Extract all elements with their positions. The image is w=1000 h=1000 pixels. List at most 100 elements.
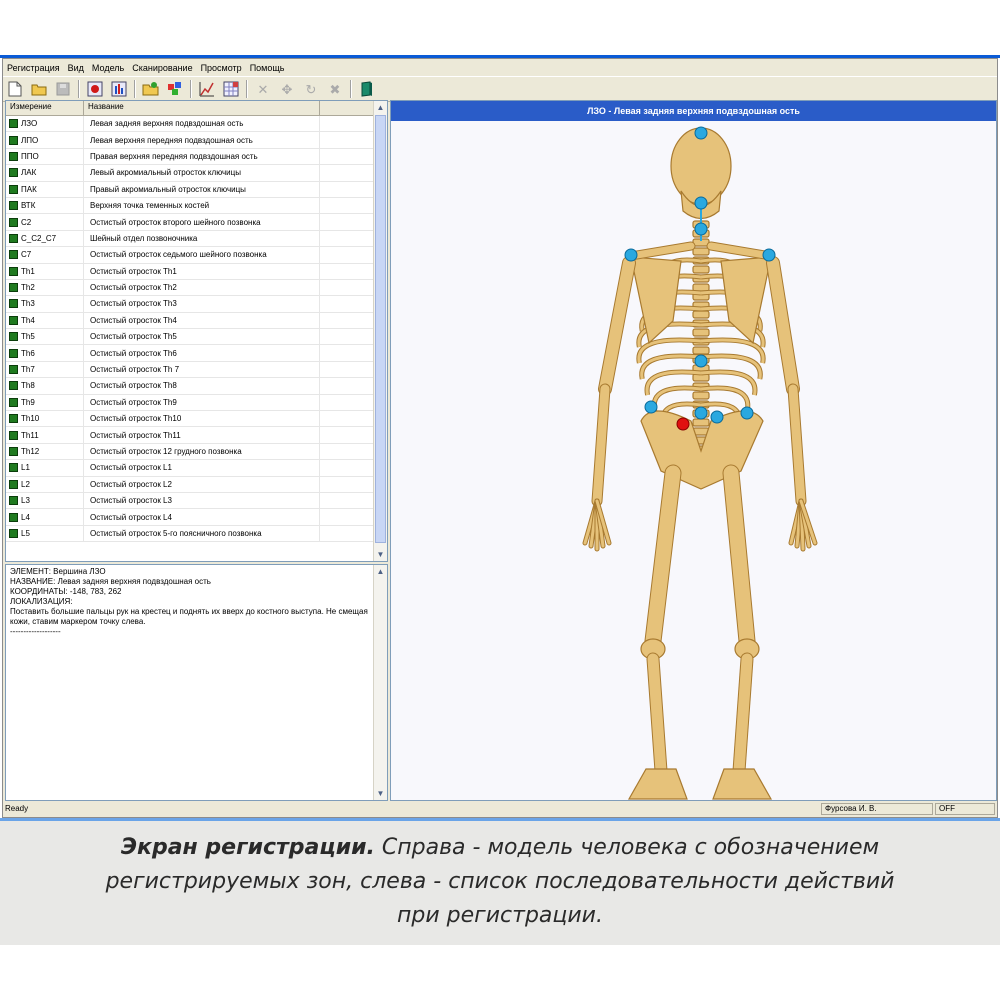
record-icon[interactable]	[85, 79, 105, 99]
open-folder-icon[interactable]	[29, 79, 49, 99]
table-row[interactable]: C7 Остистый отросток седьмого шейного поз…	[6, 247, 376, 264]
table-row[interactable]: Th11 Остистый отросток Th11	[6, 427, 376, 444]
table-row[interactable]: Th12 Остистый отросток 12 грудного позвон…	[6, 443, 376, 461]
close-icon[interactable]: ✖	[325, 79, 345, 99]
active-marker-lzo[interactable]	[676, 417, 690, 431]
menu-view[interactable]: Вид	[64, 63, 88, 73]
table-row[interactable]: ЛАК Левый акромиальный отросток ключицы	[6, 165, 376, 182]
table-row[interactable]: Th5 Остистый отросток Th5	[6, 329, 376, 346]
table-row[interactable]: L2 Остистый отросток L2	[6, 476, 376, 493]
row-measurement-cell: L3	[6, 492, 84, 509]
checkbox-icon[interactable]	[9, 168, 18, 178]
registration-marker[interactable]	[694, 196, 708, 210]
column-header-measurement[interactable]: Измерение	[6, 101, 84, 115]
table-row[interactable]: Th2 Остистый отросток Th2	[6, 279, 376, 297]
checkbox-icon[interactable]	[9, 332, 18, 342]
scroll-down-icon[interactable]: ▼	[374, 787, 387, 800]
menu-scanning[interactable]: Сканирование	[128, 63, 196, 73]
table-row[interactable]: ППО Правая верхняя передняя подвздошная о…	[6, 148, 376, 166]
row-measurement-cell: ППО	[6, 148, 84, 165]
table-row[interactable]: Th1 Остистый отросток Th1	[6, 263, 376, 280]
checkbox-icon[interactable]	[9, 348, 18, 358]
checkbox-icon[interactable]	[9, 266, 18, 276]
toolbar-separator	[246, 80, 248, 98]
save-icon[interactable]	[53, 79, 73, 99]
chart-icon[interactable]	[109, 79, 129, 99]
table-row[interactable]: ЛЗО Левая задняя верхняя подвздошная ость	[6, 116, 376, 133]
registration-marker[interactable]	[694, 126, 708, 140]
checkbox-icon[interactable]	[9, 184, 18, 194]
palette-icon[interactable]	[165, 79, 185, 99]
table-row[interactable]: C2 Остистый отросток второго шейного позв…	[6, 214, 376, 231]
checkbox-icon[interactable]	[9, 365, 18, 375]
menu-model[interactable]: Модель	[88, 63, 128, 73]
menu-preview[interactable]: Просмотр	[197, 63, 246, 73]
table-row[interactable]: Th4 Остистый отросток Th4	[6, 312, 376, 330]
checkbox-icon[interactable]	[9, 315, 18, 325]
graph-icon[interactable]	[197, 79, 217, 99]
table-row[interactable]: ЛПО Левая верхняя передняя подвздошная ос…	[6, 132, 376, 149]
checkbox-icon[interactable]	[9, 496, 18, 506]
row-name-cell: Остистый отросток Th11	[84, 427, 320, 443]
checkbox-icon[interactable]	[9, 299, 18, 309]
checkbox-icon[interactable]	[9, 151, 18, 161]
scroll-up-icon[interactable]: ▲	[374, 565, 387, 578]
row-measurement-cell: L5	[6, 525, 84, 542]
registration-marker[interactable]	[644, 400, 658, 414]
checkbox-icon[interactable]	[9, 479, 18, 489]
checkbox-icon[interactable]	[9, 463, 18, 473]
table-row[interactable]: Th6 Остистый отросток Th6	[6, 345, 376, 362]
grid-icon[interactable]	[221, 79, 241, 99]
info-scrollbar[interactable]: ▲ ▼	[373, 565, 387, 800]
column-header-name[interactable]: Название	[84, 101, 320, 115]
registration-marker[interactable]	[694, 354, 708, 368]
table-row[interactable]: Th7 Остистый отросток Th 7	[6, 361, 376, 379]
checkbox-icon[interactable]	[9, 528, 18, 538]
checkbox-icon[interactable]	[9, 135, 18, 145]
checkbox-icon[interactable]	[9, 397, 18, 407]
cross-icon[interactable]: ✕	[253, 79, 273, 99]
checkbox-icon[interactable]	[9, 119, 18, 129]
scroll-down-icon[interactable]: ▼	[374, 548, 387, 561]
checkbox-icon[interactable]	[9, 430, 18, 440]
table-row[interactable]: Th9 Остистый отросток Th9	[6, 394, 376, 412]
checkbox-icon[interactable]	[9, 414, 18, 424]
scan-icon[interactable]	[141, 79, 161, 99]
list-scrollbar[interactable]: ▲ ▼	[373, 101, 387, 561]
checkbox-icon[interactable]	[9, 217, 18, 227]
table-row[interactable]: L3 Остистый отросток L3	[6, 492, 376, 510]
move-icon[interactable]: ✥	[277, 79, 297, 99]
registration-marker[interactable]	[740, 406, 754, 420]
table-row[interactable]: C_C2_C7 Шейный отдел позвоночника	[6, 230, 376, 248]
table-row[interactable]: L4 Остистый отросток L4	[6, 509, 376, 526]
table-row[interactable]: Th8 Остистый отросток Th8	[6, 378, 376, 395]
row-name-cell: Остистый отросток 12 грудного позвонка	[84, 443, 320, 460]
scroll-up-icon[interactable]: ▲	[374, 101, 387, 114]
book-icon[interactable]	[357, 79, 377, 99]
registration-marker[interactable]	[694, 222, 708, 236]
registration-marker[interactable]	[710, 410, 724, 424]
registration-marker[interactable]	[762, 248, 776, 262]
checkbox-icon[interactable]	[9, 283, 18, 293]
table-row[interactable]: L1 Остистый отросток L1	[6, 460, 376, 477]
checkbox-icon[interactable]	[9, 447, 18, 456]
menu-help[interactable]: Помощь	[246, 63, 289, 73]
checkbox-icon[interactable]	[9, 250, 18, 260]
menu-registration[interactable]: Регистрация	[3, 63, 64, 73]
new-file-icon[interactable]	[5, 79, 25, 99]
table-row[interactable]: Th3 Остистый отросток Th3	[6, 296, 376, 313]
checkbox-icon[interactable]	[9, 201, 18, 211]
table-row[interactable]: ПАК Правый акромиальный отросток ключицы	[6, 181, 376, 198]
table-row[interactable]: L5 Остистый отросток 5-го поясничного поз…	[6, 525, 376, 543]
checkbox-icon[interactable]	[9, 381, 18, 391]
skeleton-model[interactable]	[391, 121, 996, 800]
table-row[interactable]: Th10 Остистый отросток Th10	[6, 411, 376, 428]
checkbox-icon[interactable]	[9, 512, 18, 522]
scroll-thumb[interactable]	[375, 115, 386, 543]
table-row[interactable]: ВТК Верхняя точка теменных костей	[6, 197, 376, 215]
row-code: Th11	[21, 430, 39, 440]
registration-marker[interactable]	[624, 248, 638, 262]
registration-marker[interactable]	[694, 406, 708, 420]
rotate-icon[interactable]: ↻	[301, 79, 321, 99]
checkbox-icon[interactable]	[9, 233, 18, 243]
